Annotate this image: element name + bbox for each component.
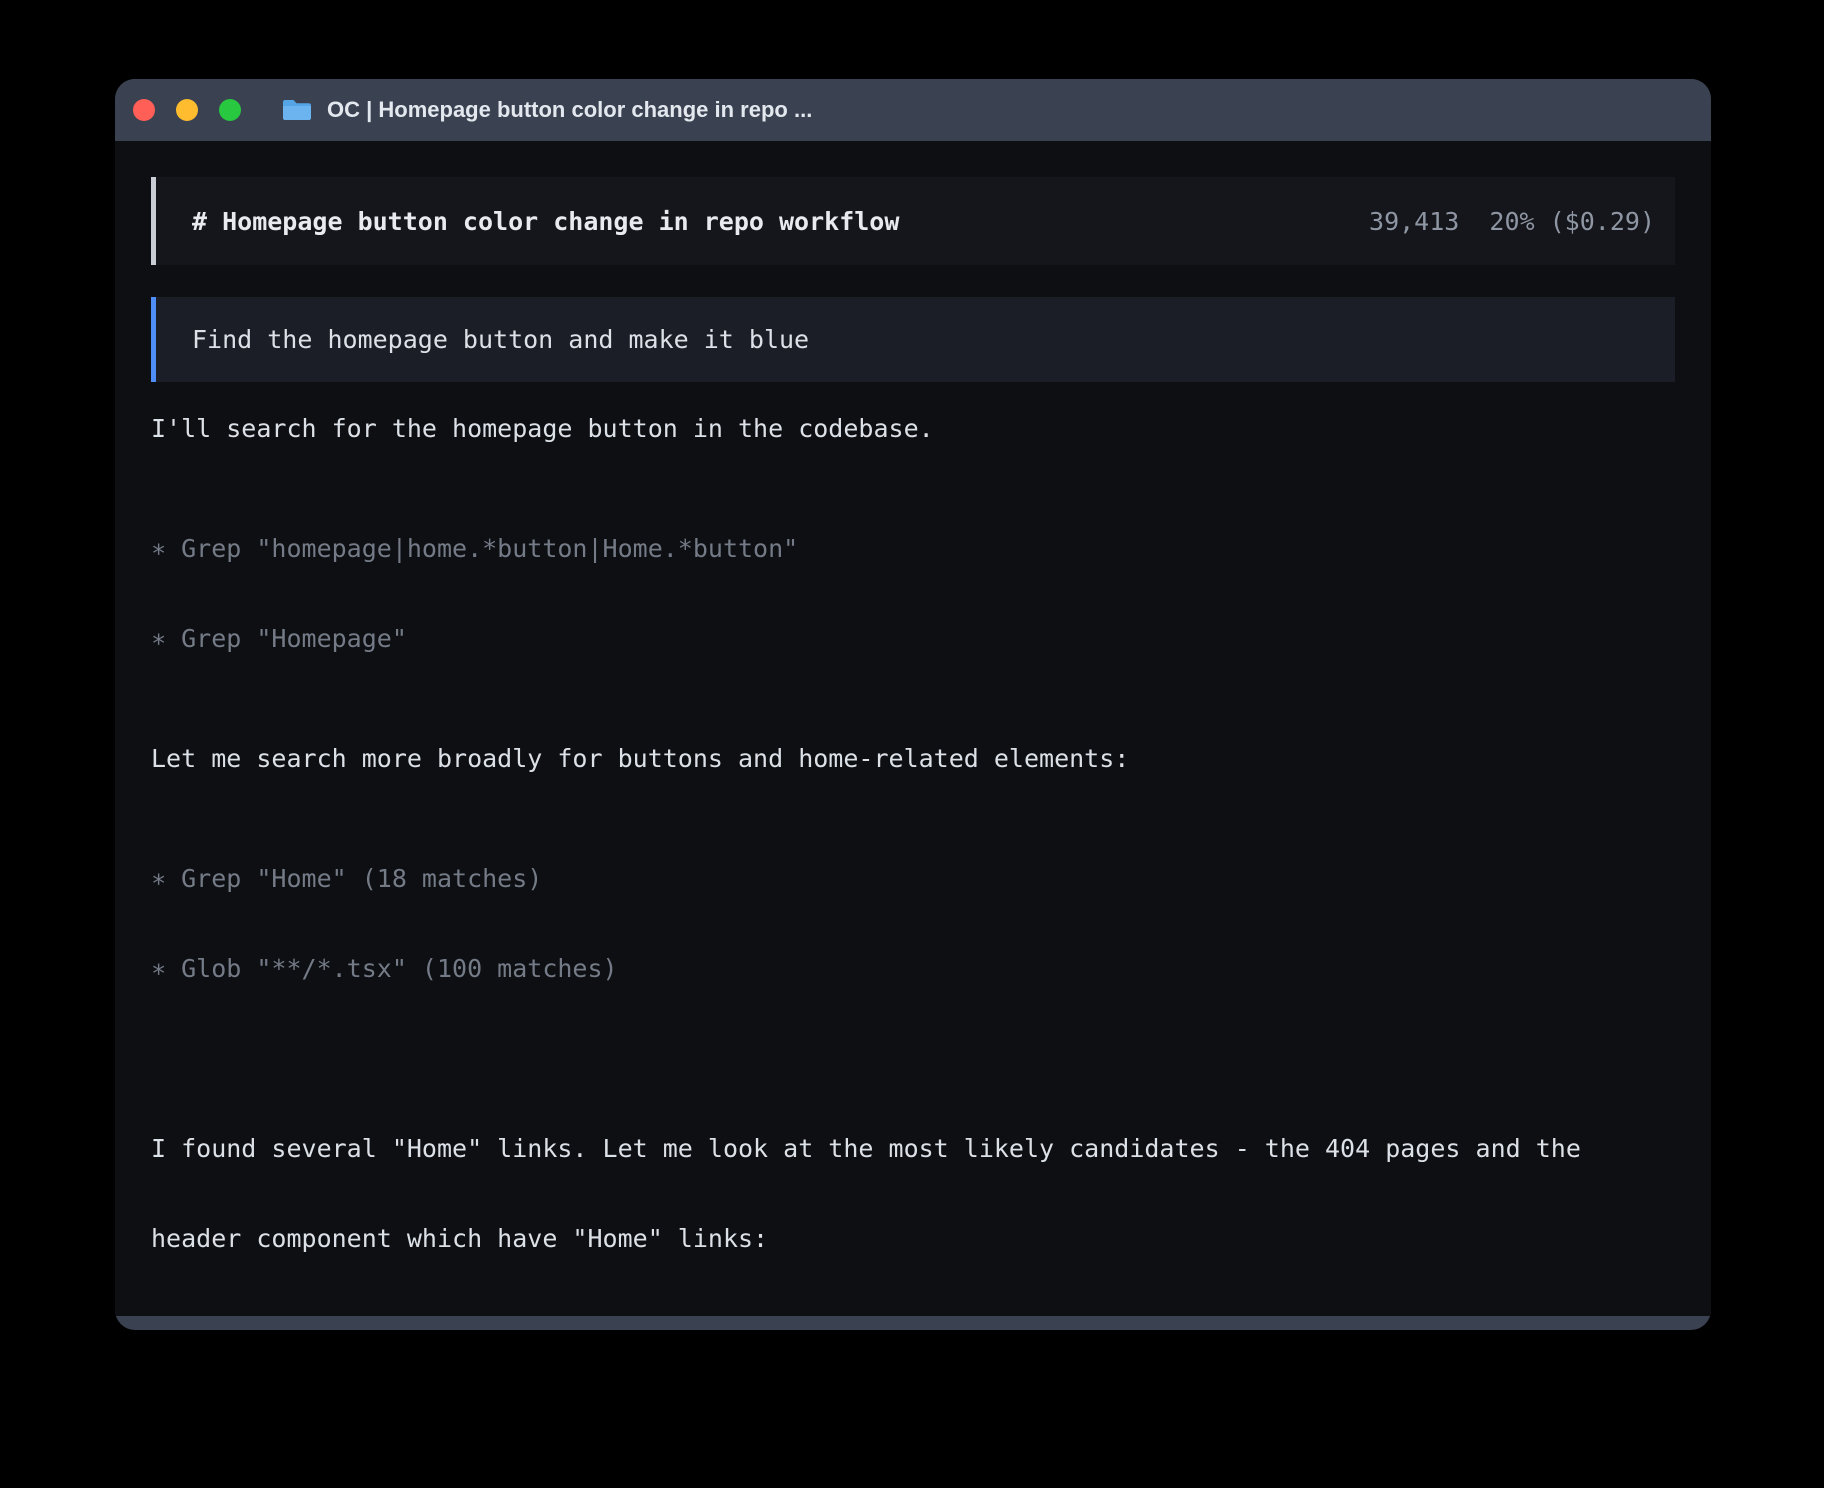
- assistant-text: I found several "Home" links. Let me loo…: [151, 1074, 1675, 1314]
- session-header: # Homepage button color change in repo w…: [151, 177, 1675, 265]
- conversation-transcript: I'll search for the homepage button in t…: [151, 414, 1675, 1316]
- zoom-button[interactable]: [219, 99, 241, 121]
- assistant-text: I'll search for the homepage button in t…: [151, 414, 1675, 444]
- assistant-text: Let me search more broadly for buttons a…: [151, 744, 1675, 774]
- user-message-text: Find the homepage button and make it blu…: [192, 325, 809, 354]
- token-stats: 39,413 20% ($0.29): [1369, 207, 1655, 236]
- tool-call-glob: ∗ Glob "**/*.tsx" (100 matches): [151, 954, 1675, 984]
- tool-call-grep: ∗ Grep "Home" (18 matches): [151, 864, 1675, 894]
- window-title: OC | Homepage button color change in rep…: [327, 97, 812, 123]
- tool-call-grep: ∗ Grep "Homepage": [151, 624, 1675, 654]
- tool-call-grep: ∗ Grep "homepage|home.*button|Home.*butt…: [151, 534, 1675, 564]
- traffic-lights: [133, 99, 241, 121]
- minimize-button[interactable]: [176, 99, 198, 121]
- session-title: # Homepage button color change in repo w…: [192, 207, 899, 236]
- terminal-content: # Homepage button color change in repo w…: [115, 141, 1711, 1316]
- folder-icon: [281, 97, 313, 123]
- terminal-window: OC | Homepage button color change in rep…: [115, 79, 1711, 1330]
- titlebar[interactable]: OC | Homepage button color change in rep…: [115, 79, 1711, 141]
- tool-call-group: ∗ Grep "homepage|home.*button|Home.*butt…: [151, 474, 1675, 714]
- user-message: Find the homepage button and make it blu…: [151, 297, 1675, 382]
- tool-call-group: ∗ Grep "Home" (18 matches) ∗ Glob "**/*.…: [151, 804, 1675, 1044]
- close-button[interactable]: [133, 99, 155, 121]
